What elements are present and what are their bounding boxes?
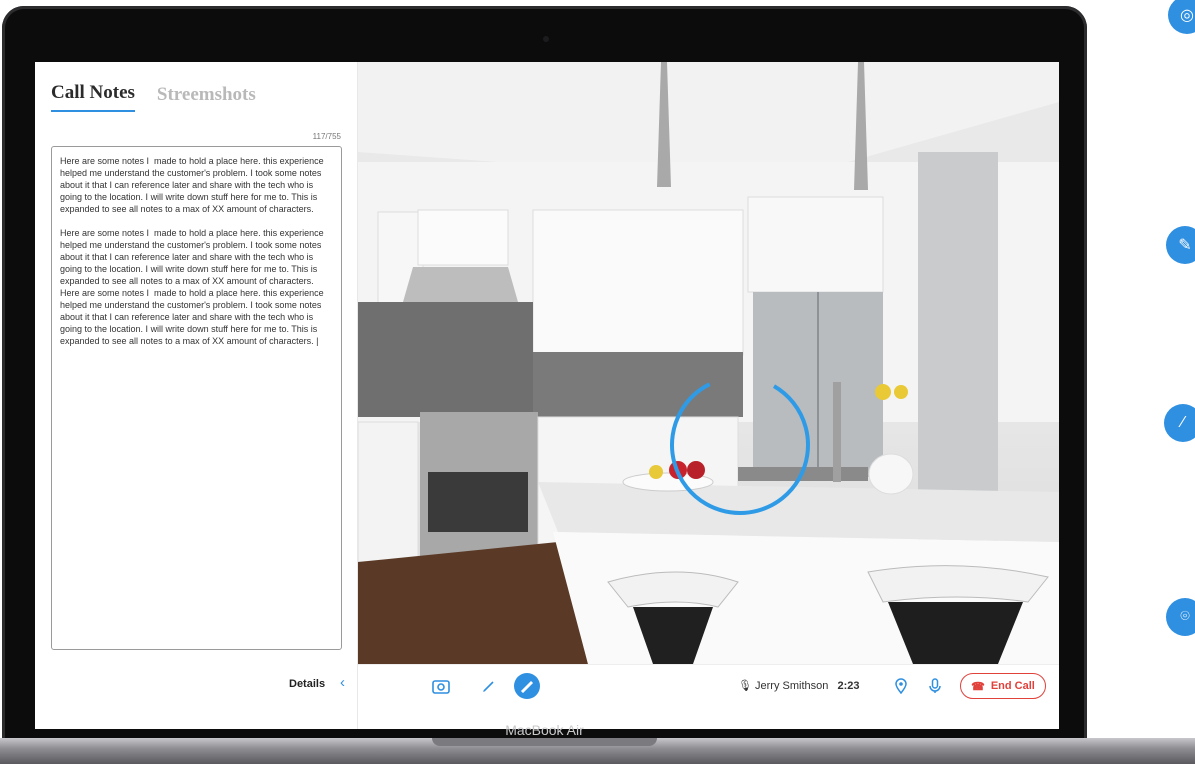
chevron-left-icon[interactable]: ‹ [340,674,345,691]
laptop-frame: Call Notes Streemshots 117/755 Here are … [0,0,1195,764]
character-counter: 117/755 [312,132,341,141]
app-screen: Call Notes Streemshots 117/755 Here are … [35,62,1059,729]
caller-name: Jerry Smithson [755,680,829,692]
call-notes-textarea[interactable]: Here are some notes I made to hold a pla… [51,146,342,650]
screen-bezel: Call Notes Streemshots 117/755 Here are … [2,6,1087,746]
laptop-notch [432,738,657,746]
tab-call-notes[interactable]: Call Notes [51,82,135,112]
mic-icon: 🎙 [738,680,752,692]
tab-streemshots[interactable]: Streemshots [157,84,256,112]
end-call-label: End Call [990,680,1035,692]
webcam [543,36,549,42]
kitchen-image [358,62,1059,664]
end-call-button[interactable]: ☎ End Call [960,673,1046,699]
notes-panel: Call Notes Streemshots 117/755 Here are … [35,62,358,729]
video-feed[interactable] [358,62,1059,664]
call-timer: 2:23 [837,680,860,692]
camera-icon[interactable] [428,673,454,699]
mic-icon[interactable] [922,673,948,699]
pen-icon[interactable] [476,673,502,699]
pen-icon[interactable]: ⁄ [1164,404,1195,442]
caller-info: 🎙 Jerry Smithson 2:23 [738,679,859,692]
location-icon[interactable] [888,673,914,699]
phone-icon: ☎ [971,680,985,693]
notes-tabs: Call Notes Streemshots [51,82,256,112]
details-button[interactable]: Details [289,678,325,690]
device-label: MacBook Air [505,722,584,738]
draw-icon[interactable] [514,673,540,699]
call-toolbar: 🎙 Jerry Smithson 2:23 ☎ End Call [358,664,1059,729]
